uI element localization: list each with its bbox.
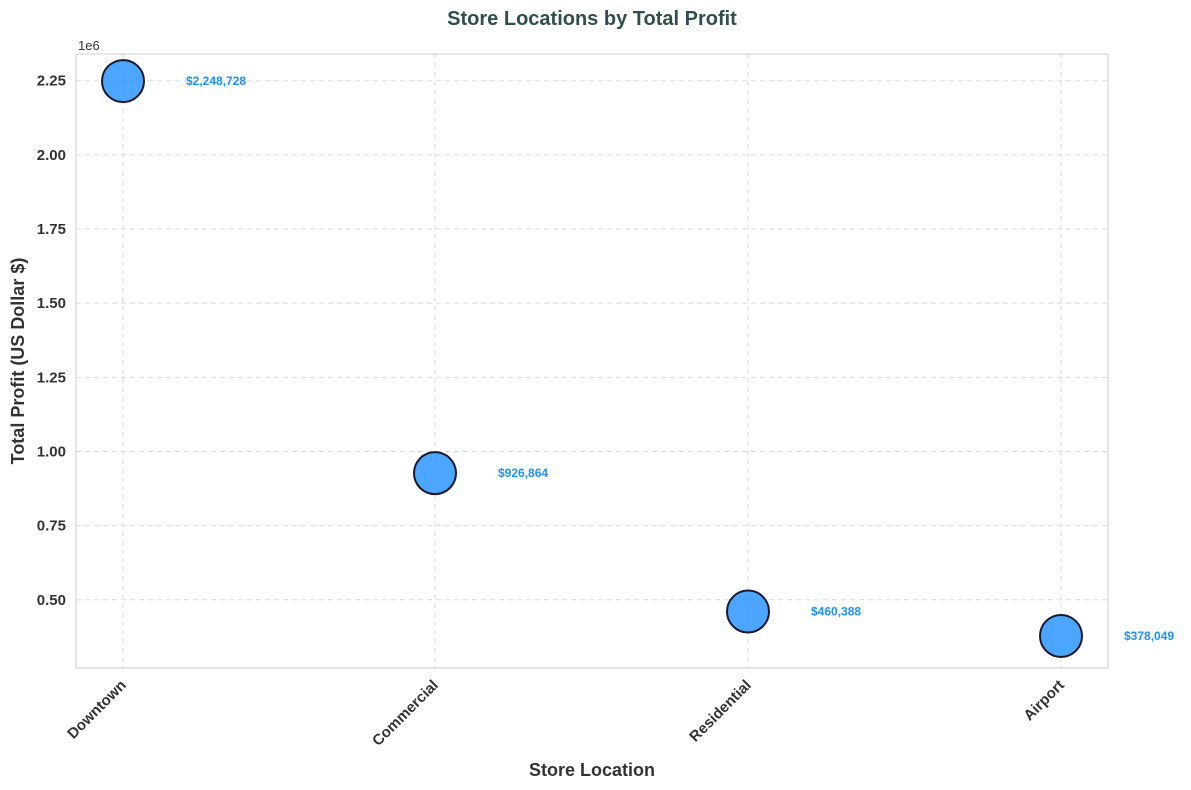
plot-frame xyxy=(75,53,1109,669)
y-tick-label: 1.75 xyxy=(37,221,66,238)
scatter-point xyxy=(413,451,457,496)
y-tick-label: 0.75 xyxy=(37,518,66,535)
data-label: $2,248,728 xyxy=(186,74,246,88)
scatter-point xyxy=(101,59,145,104)
y-tick-label: 1.00 xyxy=(37,443,66,460)
y-tick-label: 2.00 xyxy=(37,147,66,164)
scatter-chart: Store Locations by Total Profit 1e6 0.50… xyxy=(8,8,1174,780)
data-label: $926,864 xyxy=(498,466,548,480)
y-tick-label: 1.50 xyxy=(37,295,66,312)
data-label: $460,388 xyxy=(811,605,861,619)
data-labels: $2,248,728 $926,864 $460,388 $378,049 xyxy=(186,74,1174,643)
y-offset-label: 1e6 xyxy=(78,38,100,53)
y-axis-label: Total Profit (US Dollar $) xyxy=(8,258,28,465)
x-axis-label: Store Location xyxy=(529,760,655,780)
x-tick-label: Downtown xyxy=(64,677,130,743)
y-tick-label: 0.50 xyxy=(37,592,66,609)
chart-title: Store Locations by Total Profit xyxy=(447,8,737,30)
y-tick-label: 1.25 xyxy=(37,369,66,386)
x-tick-label: Airport xyxy=(1020,677,1067,724)
y-tick-labels: 0.50 0.75 1.00 1.25 1.50 1.75 2.00 2.25 xyxy=(37,73,66,609)
x-tick-label: Commercial xyxy=(369,677,442,750)
y-tick-label: 2.25 xyxy=(37,73,66,90)
scatter-point xyxy=(1039,613,1083,658)
data-label: $378,049 xyxy=(1124,629,1174,643)
x-tick-label: Residential xyxy=(686,677,755,746)
data-points xyxy=(101,59,1083,658)
scatter-point xyxy=(726,589,770,634)
x-tick-labels: Downtown Commercial Residential Airport xyxy=(64,677,1068,750)
grid-layer xyxy=(76,54,1108,668)
